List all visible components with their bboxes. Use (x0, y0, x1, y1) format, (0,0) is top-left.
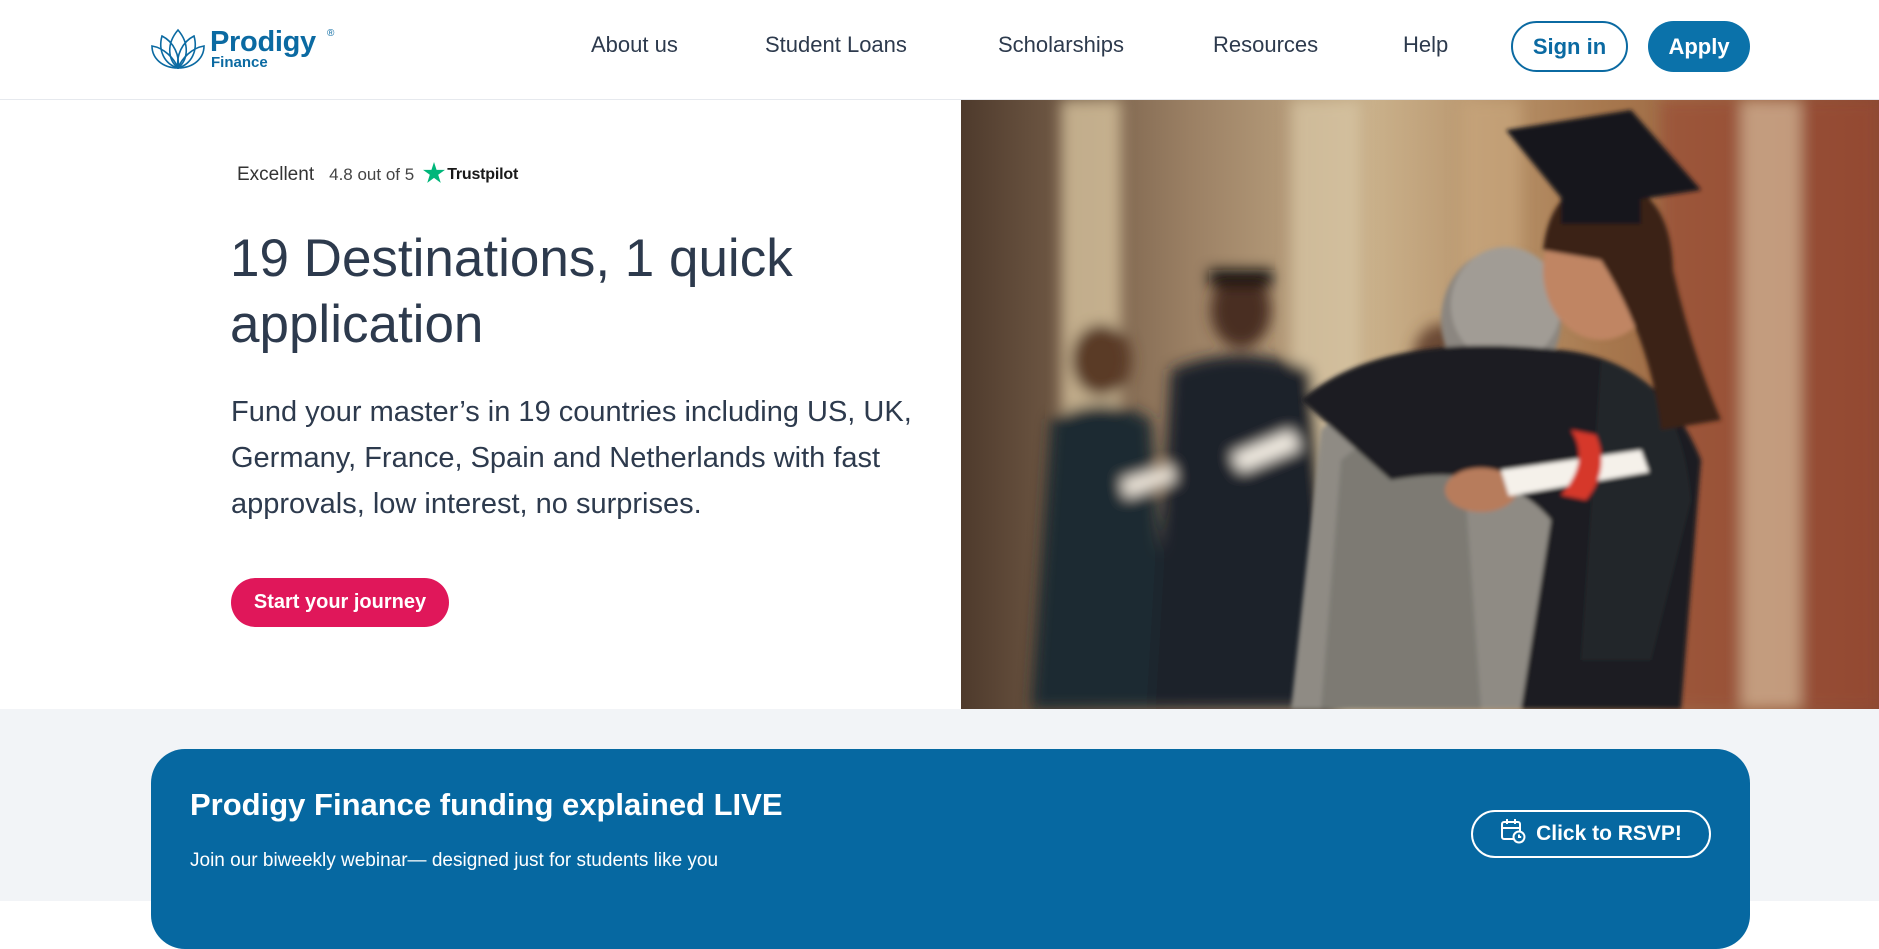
calendar-clock-icon (1500, 818, 1526, 850)
prodigy-finance-logo[interactable]: Prodigy ® Finance (150, 24, 334, 72)
trustpilot-rating[interactable]: Excellent 4.8 out of 5 Trustpilot (237, 162, 519, 188)
start-journey-button[interactable]: Start your journey (231, 578, 449, 627)
rating-label: Excellent (237, 164, 315, 185)
logo-wordmark: Prodigy ® Finance (210, 24, 334, 72)
graduation-hug-photo (961, 100, 1879, 709)
nav-student-loans[interactable]: Student Loans (765, 32, 907, 58)
nav-resources[interactable]: Resources (1213, 32, 1318, 58)
rating-score: 4.8 out of 5 (329, 165, 415, 184)
registered-mark: ® (327, 28, 335, 39)
apply-button[interactable]: Apply (1648, 21, 1750, 72)
rsvp-button[interactable]: Click to RSVP! (1471, 810, 1711, 858)
hero-title: 19 Destinations, 1 quick application (230, 229, 793, 354)
webinar-subtitle: Join our biweekly webinar— designed just… (190, 850, 719, 871)
sign-in-button[interactable]: Sign in (1511, 21, 1628, 72)
hero-photo-illustration (961, 100, 1879, 709)
rsvp-label: Click to RSVP! (1536, 822, 1682, 845)
site-header: Prodigy ® Finance About us Student Loans… (0, 0, 1879, 100)
lotus-logo-icon (151, 28, 205, 70)
nav-scholarships[interactable]: Scholarships (998, 32, 1124, 58)
webinar-title: Prodigy Finance funding explained LIVE (190, 787, 783, 822)
nav-about-us[interactable]: About us (591, 32, 678, 58)
trustpilot-wordmark: Trustpilot (447, 166, 519, 183)
nav-help[interactable]: Help (1403, 32, 1448, 58)
trustpilot-star-icon (423, 162, 446, 188)
hero-description: Fund your master’s in 19 countries inclu… (231, 396, 912, 520)
logo-subname: Finance (211, 54, 268, 71)
